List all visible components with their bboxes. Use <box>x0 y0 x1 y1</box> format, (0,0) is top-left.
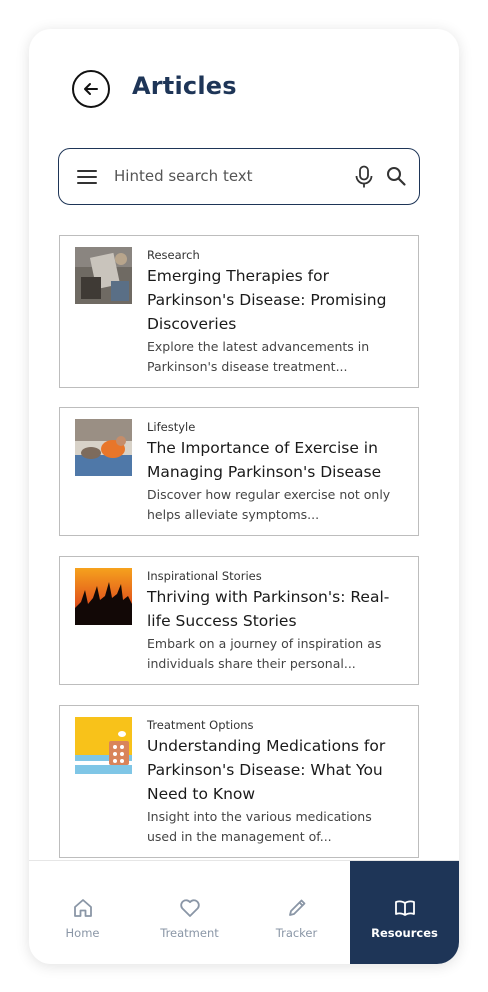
article-title: Thriving with Parkinson's: Real-life Suc… <box>147 588 390 630</box>
arrow-left-circle-icon <box>84 83 98 95</box>
article-card[interactable]: Lifestyle The Importance of Exercise in … <box>59 407 419 536</box>
book-icon <box>394 900 415 916</box>
app-screen: Articles Hinted search text Research Eme… <box>29 29 459 964</box>
article-category: Treatment Options <box>147 718 254 732</box>
nav-item-home[interactable]: Home <box>29 861 136 964</box>
search-bar <box>58 148 420 205</box>
search-icon[interactable] <box>385 165 407 187</box>
nav-label: Treatment <box>160 926 219 940</box>
article-thumbnail <box>75 419 132 476</box>
article-description: Explore the latest advancements in Parki… <box>147 339 370 374</box>
page-title: Articles <box>132 72 237 100</box>
bottom-nav: Home Treatment Tracker Resources <box>29 860 459 964</box>
menu-icon[interactable] <box>77 167 97 187</box>
nav-item-treatment[interactable]: Treatment <box>136 861 243 964</box>
header: Articles <box>29 29 459 149</box>
article-thumbnail <box>75 717 132 774</box>
nav-label: Tracker <box>275 926 318 940</box>
article-card[interactable]: Inspirational Stories Thriving with Park… <box>59 556 419 685</box>
article-card[interactable]: Research Emerging Therapies for Parkinso… <box>59 235 419 388</box>
article-category: Lifestyle <box>147 420 196 434</box>
search-input[interactable] <box>114 162 339 190</box>
article-card[interactable]: Treatment Options Understanding Medicati… <box>59 705 419 858</box>
mic-icon[interactable] <box>353 165 375 189</box>
article-description: Insight into the various medications use… <box>147 809 372 844</box>
article-category: Research <box>147 248 200 262</box>
article-thumbnail <box>75 568 132 625</box>
article-title: Emerging Therapies for Parkinson's Disea… <box>147 267 387 333</box>
article-title: Understanding Medications for Parkinson'… <box>147 737 386 803</box>
article-description: Discover how regular exercise not only h… <box>147 487 391 522</box>
article-category: Inspirational Stories <box>147 569 262 583</box>
nav-label: Resources <box>371 926 438 940</box>
home-icon <box>73 899 92 917</box>
pencil-icon <box>288 899 305 916</box>
nav-item-resources[interactable]: Resources <box>350 861 459 964</box>
article-thumbnail <box>75 247 132 304</box>
article-description: Embark on a journey of inspiration as in… <box>147 636 382 671</box>
article-title: The Importance of Exercise in Managing P… <box>147 439 382 481</box>
nav-label: Home <box>65 926 100 940</box>
back-button[interactable] <box>72 70 110 108</box>
nav-item-tracker[interactable]: Tracker <box>243 861 350 964</box>
heart-icon <box>179 899 200 917</box>
